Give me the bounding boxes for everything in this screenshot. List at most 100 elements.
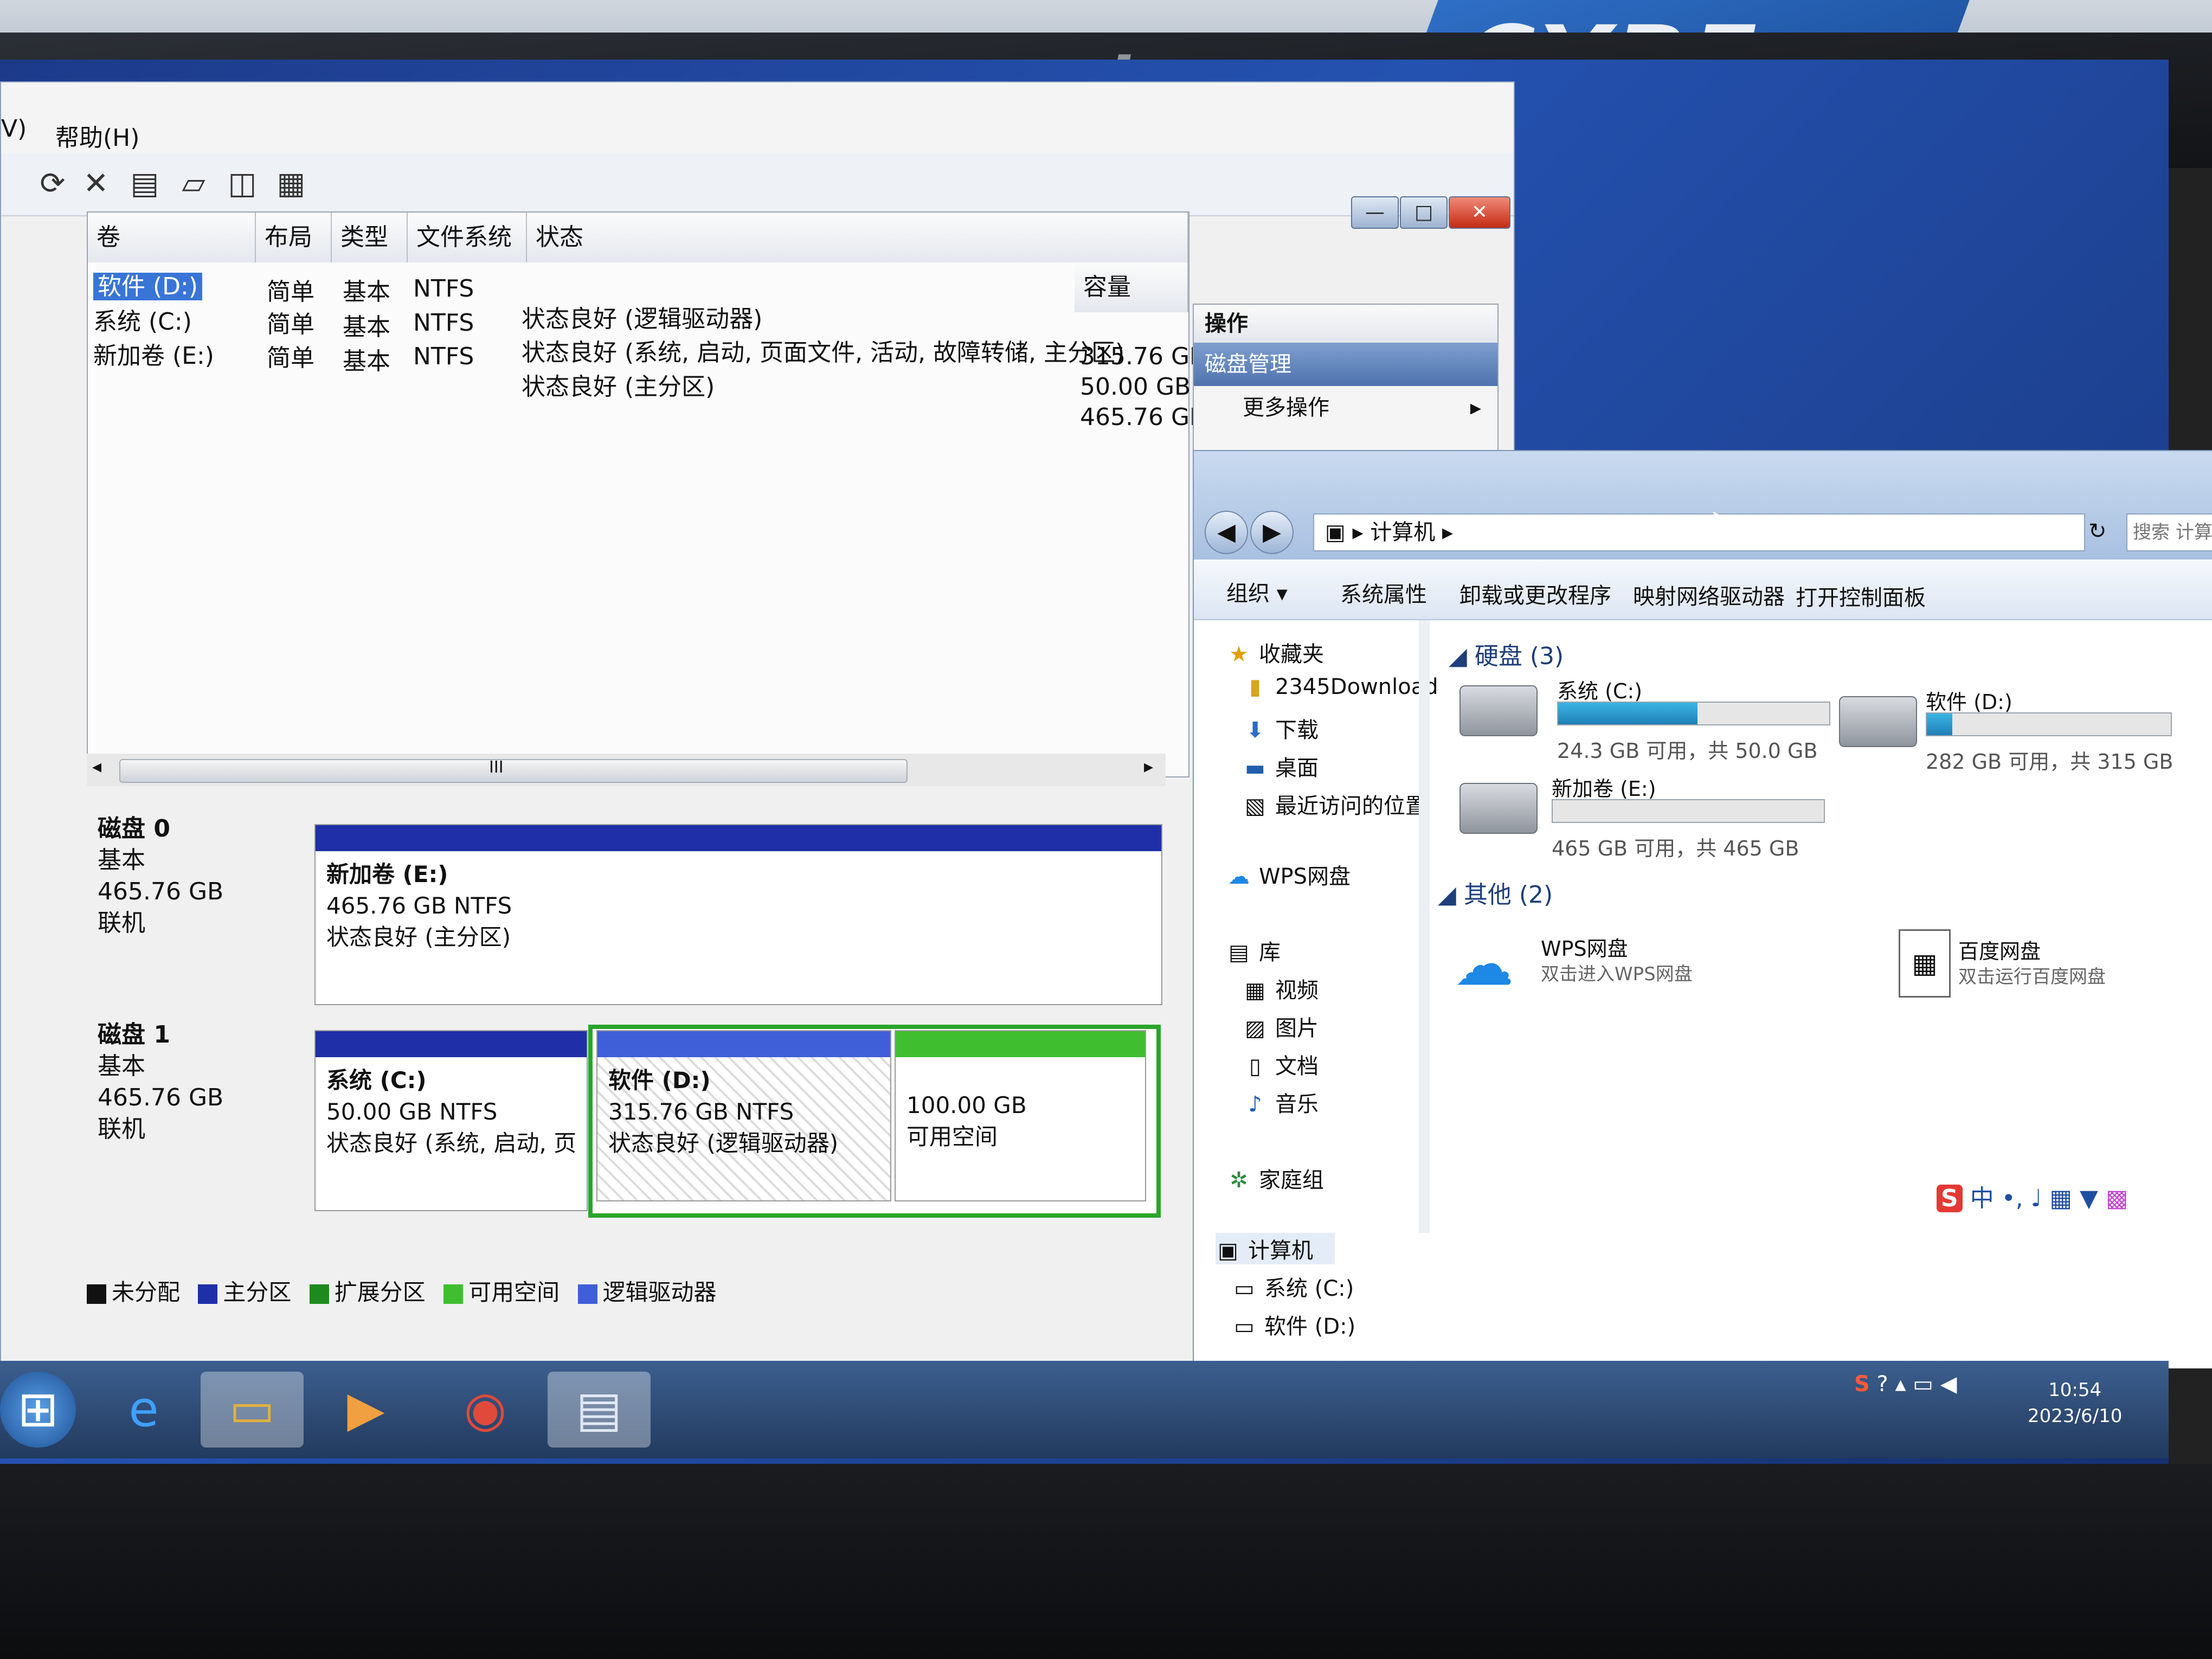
column-header-type[interactable]: 类型 <box>332 213 408 262</box>
nav-homegroup[interactable]: ✲ 家庭组 <box>1226 1162 1324 1194</box>
table-row[interactable]: 软件 (D:) <box>93 267 203 301</box>
drive-d-name[interactable]: 软件 (D:) <box>1926 685 2012 715</box>
hard-disks-group-header[interactable]: ◢ 硬盘 (3) <box>1449 636 1564 671</box>
sogou-tray-icon[interactable]: S <box>1854 1372 1870 1397</box>
clock[interactable]: 10:54 2023/6/10 <box>2028 1377 2122 1429</box>
nav-item-downloads[interactable]: ⬇ 下载 <box>1243 712 1319 744</box>
ime-toolbar[interactable]: S 中 •, ♩ ▦ ▼ ▩ <box>1937 1179 2128 1213</box>
forward-icon[interactable]: ▶ <box>1250 511 1294 554</box>
drive-c-icon[interactable] <box>1459 685 1538 736</box>
column-header-volume[interactable]: 卷 <box>88 213 256 262</box>
file-explorer-icon[interactable]: ▭ <box>201 1372 304 1448</box>
nav-label: 桌面 <box>1275 756 1319 781</box>
navigation-pane: ★ 收藏夹 ▮ 2345Downloads ⬇ 下载 ▬ 桌面 ▧ 最近访问的位置 ☁ WP… <box>1194 620 1449 1368</box>
internet-explorer-icon[interactable]: e <box>92 1372 195 1448</box>
other-group-header[interactable]: ◢ 其他 (2) <box>1438 875 1553 910</box>
open-icon[interactable]: ▱ <box>175 165 213 203</box>
drive-e-icon[interactable] <box>1459 783 1538 834</box>
media-player-icon[interactable]: ▶ <box>314 1372 417 1448</box>
disk-management-task-icon[interactable]: ▤ <box>548 1372 651 1448</box>
column-header-layout[interactable]: 布局 <box>256 213 332 262</box>
nav-item-documents[interactable]: ▯ 文档 <box>1243 1049 1319 1080</box>
flag-icon[interactable]: ▭ <box>1913 1372 1933 1397</box>
nav-favorites[interactable]: ★ 收藏夹 <box>1226 636 1324 668</box>
partition-free[interactable]: 100.00 GB 可用空间 <box>895 1030 1146 1201</box>
partition-c[interactable]: 系统 (C:) 50.00 GB NTFS 状态良好 (系统, 启动, 页 <box>314 1030 588 1211</box>
horizontal-scrollbar[interactable]: ◂ III ▸ <box>87 754 1166 786</box>
nav-label: 系统 (C:) <box>1264 1276 1354 1301</box>
drive-e-name[interactable]: 新加卷 (E:) <box>1552 772 1656 802</box>
nav-item-drive-d[interactable]: ▭ 软件 (D:) <box>1232 1309 1355 1340</box>
column-header-status[interactable]: 状态 <box>527 213 1188 262</box>
volume-icon[interactable]: ◀ <box>1940 1372 1957 1397</box>
nav-item-videos[interactable]: ▦ 视频 <box>1243 973 1319 1004</box>
taskbar: ⊞ e ▭ ▶ ◉ ▤ S ? ▴ ▭ ◀ 10:54 2023/6/10 <box>0 1361 2169 1458</box>
search-input[interactable]: 搜索 计算机 <box>2126 513 2212 551</box>
nav-computer[interactable]: ▣ 计算机 <box>1216 1233 1335 1264</box>
baidu-name[interactable]: 百度网盘 <box>1958 935 2041 964</box>
menu-help[interactable]: 帮助(H) <box>55 118 139 153</box>
menu-view[interactable]: V) <box>1 115 27 143</box>
partition-d[interactable]: 软件 (D:) 315.76 GB NTFS 状态良好 (逻辑驱动器) <box>596 1030 891 1201</box>
more-actions[interactable]: 更多操作 ▸ <box>1194 386 1497 429</box>
nav-scrollbar[interactable] <box>1419 620 1430 1233</box>
close-button[interactable]: ✕ <box>1449 196 1510 229</box>
baidu-netdisk-icon[interactable]: ▦ <box>1899 929 1951 998</box>
nav-item-pictures[interactable]: ▨ 图片 <box>1243 1011 1319 1042</box>
refresh-icon[interactable]: ↻ <box>2088 519 2107 544</box>
scroll-right-icon[interactable]: ▸ <box>1144 756 1153 777</box>
nav-library[interactable]: ▤ 库 <box>1226 935 1281 966</box>
computer-icon: ▣ <box>1218 1238 1238 1263</box>
nav-label: 下载 <box>1275 718 1319 743</box>
system-properties-button[interactable]: 系统属性 <box>1340 577 1427 608</box>
menu-bar: V) 帮助(H) <box>1 82 1514 153</box>
chrome-icon[interactable]: ◉ <box>434 1372 537 1448</box>
nav-item-music[interactable]: ♪ 音乐 <box>1243 1086 1319 1118</box>
nav-label: 计算机 <box>1248 1238 1313 1263</box>
clock-date: 2023/6/10 <box>2028 1405 2123 1427</box>
maximize-button[interactable]: □ <box>1400 196 1448 229</box>
disk-0-label[interactable]: 磁盘 0 基本 465.76 GB 联机 <box>87 813 298 1008</box>
scroll-thumb[interactable]: III <box>119 758 908 783</box>
disk-1-label[interactable]: 磁盘 1 基本 465.76 GB 联机 <box>87 1019 298 1214</box>
column-header-capacity[interactable]: 容量 <box>1075 262 1188 312</box>
legend-swatch <box>309 1284 329 1304</box>
map-network-drive-button[interactable]: 映射网络驱动器 <box>1633 579 1785 610</box>
nav-item-recent[interactable]: ▧ 最近访问的位置 <box>1243 788 1427 820</box>
disk-name: 磁盘 1 <box>98 1021 170 1049</box>
help-icon[interactable]: ? <box>1877 1372 1888 1397</box>
volume-layout: 简单 <box>267 344 314 372</box>
drive-c-name[interactable]: 系统 (C:) <box>1557 674 1642 704</box>
partition-e[interactable]: 新加卷 (E:) 465.76 GB NTFS 状态良好 (主分区) <box>314 824 1162 1005</box>
nav-item-desktop[interactable]: ▬ 桌面 <box>1243 750 1319 782</box>
ime-punct-icon: •, <box>2001 1185 2023 1212</box>
ime-lang: 中 <box>1970 1185 1994 1212</box>
partition-detail: 100.00 GB <box>906 1092 1027 1118</box>
nav-item-drive-c[interactable]: ▭ 系统 (C:) <box>1232 1271 1354 1302</box>
scroll-grip: III <box>489 758 504 777</box>
delete-icon[interactable]: ✕ <box>77 165 115 203</box>
nav-label: 软件 (D:) <box>1264 1314 1356 1339</box>
start-button[interactable]: ⊞ <box>0 1372 76 1448</box>
drive-d-icon[interactable] <box>1839 696 1917 747</box>
refresh-icon[interactable]: ⟳ <box>34 165 72 203</box>
uninstall-program-button[interactable]: 卸载或更改程序 <box>1459 578 1611 609</box>
scroll-left-icon[interactable]: ◂ <box>92 756 101 777</box>
open-control-panel-button[interactable]: 打开控制面板 <box>1796 580 1926 612</box>
network-icon[interactable]: ▴ <box>1895 1372 1906 1397</box>
nav-wps[interactable]: ☁ WPS网盘 <box>1226 859 1351 890</box>
organize-button[interactable]: 组织 ▾ <box>1226 576 1288 607</box>
wps-name[interactable]: WPS网盘 <box>1541 932 1628 962</box>
legend-swatch <box>577 1284 597 1304</box>
help-icon[interactable]: ▦ <box>272 165 310 203</box>
table-row[interactable]: 新加卷 (E:) <box>93 336 214 371</box>
back-icon[interactable]: ◀ <box>1205 511 1248 554</box>
minimize-button[interactable]: — <box>1351 196 1399 229</box>
actions-section[interactable]: 磁盘管理 <box>1194 343 1497 386</box>
column-header-filesystem[interactable]: 文件系统 <box>408 213 527 262</box>
table-row[interactable]: 系统 (C:) <box>93 302 192 337</box>
properties-icon[interactable]: ▤ <box>126 165 164 203</box>
wps-cloud-icon[interactable]: ☁ <box>1454 929 1514 999</box>
address-bar[interactable]: ▣ ▸ 计算机 ▸ <box>1313 513 2085 551</box>
explore-icon[interactable]: ◫ <box>223 165 261 203</box>
